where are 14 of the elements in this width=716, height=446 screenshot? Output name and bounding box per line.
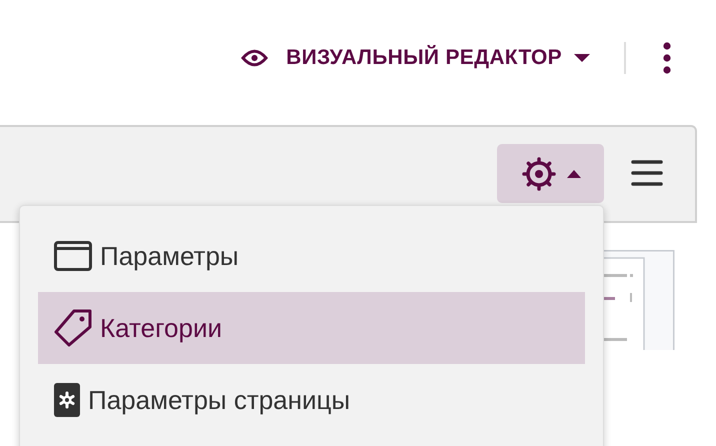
eye-icon [241, 48, 268, 68]
menu-item[interactable]: Категории [38, 292, 585, 364]
caret-icon [574, 52, 590, 62]
editor-mode-button[interactable]: ВИЗУАЛЬНЫЙ РЕДАКТОР [241, 46, 590, 70]
caret-icon [566, 170, 580, 178]
menu-item[interactable]: Параметры [38, 220, 585, 292]
menu-item[interactable]: Параметры страницы [38, 364, 585, 436]
more-options-icon[interactable] [663, 42, 671, 74]
page-settings-icon [54, 383, 80, 417]
tag-icon [54, 309, 92, 347]
settings-button[interactable] [497, 144, 604, 203]
menu-icon[interactable] [631, 160, 663, 186]
settings-icon [520, 156, 556, 192]
window-icon [54, 241, 92, 271]
